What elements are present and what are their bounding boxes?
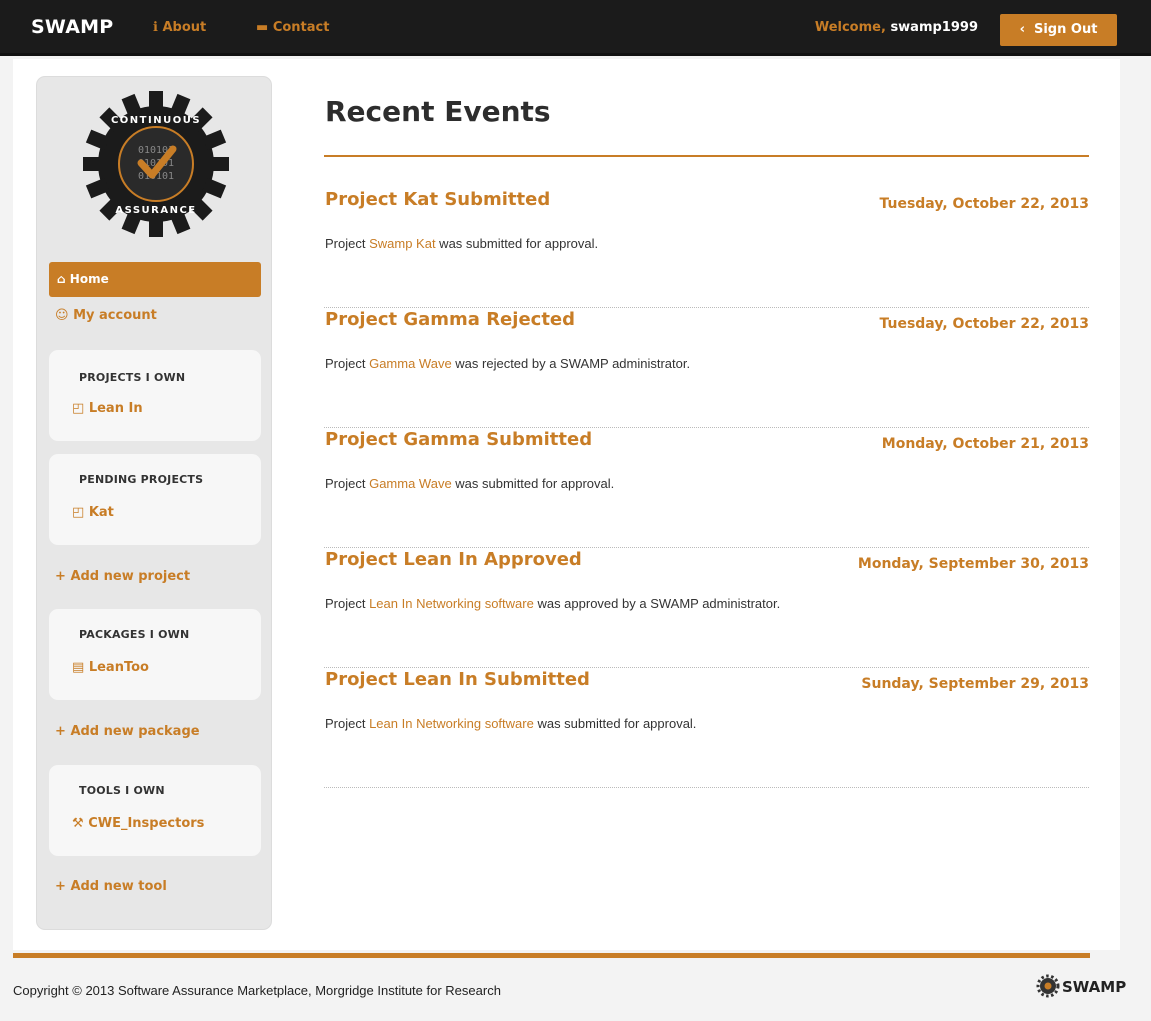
welcome-text: Welcome, swamp1999 — [815, 20, 978, 35]
continuous-assurance-logo: 010101 010101 010101 CONTINUOUS ASSURANC… — [83, 91, 229, 237]
pending-projects-title: PENDING PROJECTS — [79, 473, 204, 486]
event-date: Tuesday, October 22, 2013 — [879, 196, 1089, 212]
event-project-link[interactable]: Gamma Wave — [369, 356, 452, 371]
event-item: Project Gamma Submitted Monday, October … — [324, 429, 1089, 548]
event-description: Project Swamp Kat was submitted for appr… — [325, 236, 599, 251]
wrench-icon: ⚒ — [72, 816, 84, 831]
footer-logo-text: SWAMP — [1062, 978, 1127, 996]
chevron-left-icon: ‹ — [1019, 22, 1025, 37]
package-link-leantoo[interactable]: ▤ LeanToo — [72, 660, 149, 675]
event-date: Monday, September 30, 2013 — [857, 556, 1089, 572]
gear-icon — [1036, 974, 1060, 998]
event-item: Project Lean In Approved Monday, Septemb… — [324, 549, 1089, 668]
welcome-label: Welcome, — [814, 20, 886, 35]
event-title: Project Lean In Submitted — [325, 669, 590, 690]
packages-i-own-title: PACKAGES I OWN — [79, 628, 190, 641]
add-new-package-link[interactable]: + Add new package — [55, 724, 200, 739]
event-project-link[interactable]: Swamp Kat — [369, 236, 435, 251]
event-date: Sunday, September 29, 2013 — [861, 676, 1089, 692]
project-label: Lean In — [88, 401, 143, 416]
package-label: LeanToo — [88, 660, 149, 675]
add-tool-label: Add new tool — [70, 879, 167, 894]
packages-i-own-box: PACKAGES I OWN ▤ LeanToo — [49, 609, 261, 700]
folder-open-icon: ◰ — [72, 401, 85, 416]
logo-text-bottom: ASSURANCE — [115, 205, 196, 216]
sidebar: 010101 010101 010101 CONTINUOUS ASSURANC… — [36, 76, 272, 930]
tools-i-own-title: TOOLS I OWN — [79, 784, 165, 797]
event-date: Monday, October 21, 2013 — [881, 436, 1089, 452]
tools-i-own-box: TOOLS I OWN ⚒ CWE_Inspectors — [49, 765, 261, 856]
projects-i-own-title: PROJECTS I OWN — [79, 371, 186, 384]
plus-icon: + — [55, 569, 66, 584]
logo-text-top: CONTINUOUS — [111, 115, 201, 126]
event-description: Project Lean In Networking software was … — [325, 716, 697, 731]
contact-label: Contact — [272, 20, 330, 35]
tool-label: CWE_Inspectors — [88, 816, 205, 831]
sidebar-item-label: Home — [69, 272, 109, 286]
add-package-label: Add new package — [70, 724, 200, 739]
about-label: About — [162, 20, 207, 35]
project-link-lean-in[interactable]: ◰ Lean In — [72, 401, 143, 416]
copyright-text: Copyright © 2013 Software Assurance Mark… — [13, 983, 501, 998]
info-icon: ℹ︎ — [153, 20, 158, 35]
event-title: Project Kat Submitted — [325, 189, 551, 210]
event-project-link[interactable]: Lean In Networking software — [369, 596, 534, 611]
project-link-kat[interactable]: ◰ Kat — [72, 505, 114, 520]
footer-divider — [13, 953, 1090, 958]
contact-link[interactable]: ▬ Contact — [256, 20, 329, 35]
event-title: Project Gamma Submitted — [325, 429, 593, 450]
sign-out-button[interactable]: ‹ Sign Out — [1000, 14, 1117, 46]
sidebar-item-home[interactable]: ⌂ Home — [49, 262, 261, 297]
username: swamp1999 — [890, 20, 978, 35]
add-project-label: Add new project — [70, 569, 191, 584]
plus-icon: + — [55, 724, 66, 739]
event-date: Tuesday, October 22, 2013 — [879, 316, 1089, 332]
about-link[interactable]: ℹ︎ About — [153, 20, 206, 35]
briefcase-icon: ▤ — [72, 660, 85, 675]
add-new-project-link[interactable]: + Add new project — [55, 569, 190, 584]
sidebar-item-label: My account — [73, 308, 157, 323]
event-description: Project Gamma Wave was submitted for app… — [325, 476, 615, 491]
content-panel: 010101 010101 010101 CONTINUOUS ASSURANC… — [13, 59, 1120, 950]
plus-icon: + — [55, 879, 66, 894]
event-item: Project Gamma Rejected Tuesday, October … — [324, 309, 1089, 428]
sign-out-label: Sign Out — [1033, 22, 1098, 37]
event-item: Project Lean In Submitted Sunday, Septem… — [324, 669, 1089, 788]
tool-link-cwe-inspectors[interactable]: ⚒ CWE_Inspectors — [72, 816, 204, 831]
event-description: Project Lean In Networking software was … — [325, 596, 781, 611]
sidebar-item-my-account[interactable]: ☺︎ My account — [55, 308, 157, 323]
home-icon: ⌂ — [57, 272, 66, 286]
event-title: Project Lean In Approved — [325, 549, 582, 570]
footer-swamp-logo[interactable]: SWAMP — [1036, 974, 1126, 1000]
event-description: Project Gamma Wave was rejected by a SWA… — [325, 356, 691, 371]
top-navbar: SWAMP ℹ︎ About ▬ Contact Welcome, swamp1… — [0, 0, 1151, 56]
brand-link[interactable]: SWAMP — [31, 16, 113, 38]
page-title: Recent Events — [325, 95, 551, 128]
event-project-link[interactable]: Lean In Networking software — [369, 716, 534, 731]
projects-i-own-box: PROJECTS I OWN ◰ Lean In — [49, 350, 261, 441]
comment-icon: ▬ — [256, 20, 269, 35]
pending-projects-box: PENDING PROJECTS ◰ Kat — [49, 454, 261, 545]
user-icon: ☺︎ — [55, 308, 69, 323]
project-label: Kat — [88, 505, 114, 520]
add-new-tool-link[interactable]: + Add new tool — [55, 879, 167, 894]
folder-open-icon: ◰ — [72, 505, 85, 520]
title-divider — [324, 155, 1089, 157]
event-project-link[interactable]: Gamma Wave — [369, 476, 452, 491]
event-item: Project Kat Submitted Tuesday, October 2… — [324, 189, 1089, 308]
event-title: Project Gamma Rejected — [325, 309, 576, 330]
